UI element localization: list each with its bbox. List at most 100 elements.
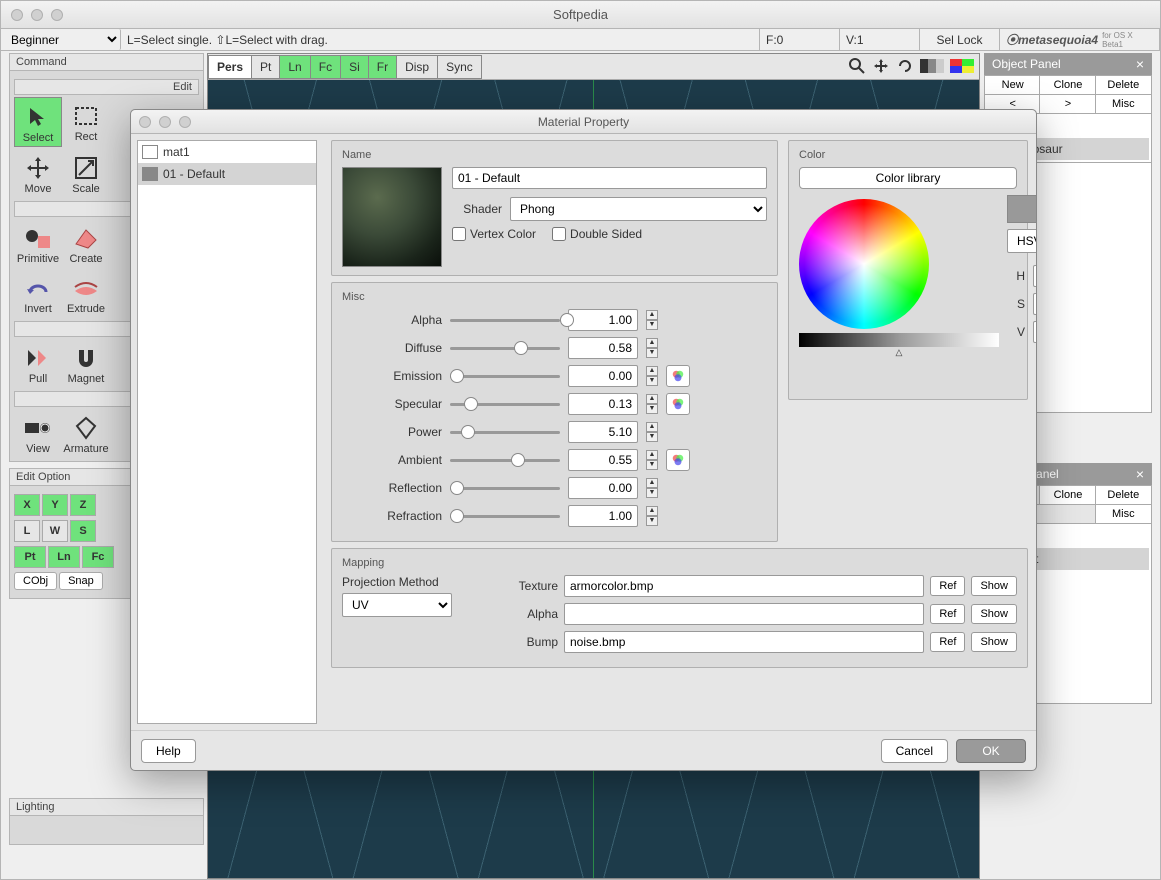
tool-pull[interactable]: Pull: [14, 339, 62, 387]
axis-x[interactable]: X: [14, 494, 40, 516]
new-button[interactable]: New: [984, 75, 1041, 95]
show-button[interactable]: Show: [971, 576, 1017, 596]
refraction-input[interactable]: [568, 505, 638, 527]
delete-button[interactable]: Delete: [1095, 485, 1152, 505]
double-sided-check[interactable]: Double Sided: [552, 227, 642, 241]
texture-input[interactable]: [564, 575, 924, 597]
ambient-slider[interactable]: [450, 451, 560, 469]
tab-si[interactable]: Si: [340, 55, 369, 79]
ref-button[interactable]: Ref: [930, 632, 965, 652]
color-wheel[interactable]: [799, 199, 929, 329]
reflection-input[interactable]: [568, 477, 638, 499]
sel-lock-button[interactable]: Sel Lock: [920, 29, 1000, 50]
vertex-color-check[interactable]: Vertex Color: [452, 227, 536, 241]
emission-input[interactable]: [568, 365, 638, 387]
dialog-titlebar[interactable]: Material Property: [131, 110, 1036, 134]
coord-w[interactable]: W: [42, 520, 68, 542]
specular-slider[interactable]: [450, 395, 560, 413]
projection-select[interactable]: UV: [342, 593, 452, 617]
show-button[interactable]: Show: [971, 632, 1017, 652]
material-list-item[interactable]: 01 - Default: [138, 163, 316, 185]
sub-fc[interactable]: Fc: [82, 546, 114, 568]
alpha-slider[interactable]: [450, 311, 560, 329]
color-picker-icon[interactable]: [666, 449, 690, 471]
snap-button[interactable]: Snap: [59, 572, 103, 590]
sub-pt[interactable]: Pt: [14, 546, 46, 568]
alpha-input[interactable]: [568, 309, 638, 331]
tool-move[interactable]: Move: [14, 149, 62, 197]
name-input[interactable]: [452, 167, 767, 189]
emission-slider[interactable]: [450, 367, 560, 385]
tab-disp[interactable]: Disp: [396, 55, 438, 79]
minimize-icon[interactable]: [31, 9, 43, 21]
delete-button[interactable]: Delete: [1095, 75, 1152, 95]
axis-y[interactable]: Y: [42, 494, 68, 516]
power-input[interactable]: [568, 421, 638, 443]
tool-primitive[interactable]: Primitive: [14, 219, 62, 267]
misc-button[interactable]: Misc: [1095, 94, 1152, 114]
close-icon[interactable]: [11, 9, 23, 21]
material-list-item[interactable]: mat1: [138, 141, 316, 163]
tool-create[interactable]: Create: [62, 219, 110, 267]
shader-select[interactable]: Phong: [510, 197, 767, 221]
stepper[interactable]: ▲▼: [646, 506, 658, 526]
refraction-slider[interactable]: [450, 507, 560, 525]
stepper[interactable]: ▲▼: [646, 310, 658, 330]
help-button[interactable]: Help: [141, 739, 196, 763]
color-picker-icon[interactable]: [666, 393, 690, 415]
value-slider[interactable]: [799, 333, 999, 347]
tab-fc[interactable]: Fc: [310, 55, 341, 79]
axis-z[interactable]: Z: [70, 494, 96, 516]
rotate-icon[interactable]: [895, 57, 915, 75]
close-icon[interactable]: ×: [1136, 56, 1144, 72]
stepper[interactable]: ▲▼: [646, 450, 658, 470]
zoom-icon[interactable]: [847, 57, 867, 75]
ref-button[interactable]: Ref: [930, 576, 965, 596]
colors-icon[interactable]: [949, 57, 975, 75]
ref-button[interactable]: Ref: [930, 604, 965, 624]
power-slider[interactable]: [450, 423, 560, 441]
tool-select[interactable]: Select: [14, 97, 62, 147]
cobj-button[interactable]: CObj: [14, 572, 57, 590]
tool-view[interactable]: View: [14, 409, 62, 457]
window-controls[interactable]: [11, 9, 63, 21]
hue-input[interactable]: [1033, 265, 1036, 287]
mode-select[interactable]: Beginner: [1, 29, 121, 50]
pan-icon[interactable]: [871, 57, 891, 75]
tool-scale[interactable]: Scale: [62, 149, 110, 197]
clone-button[interactable]: Clone: [1039, 485, 1096, 505]
tool-extrude[interactable]: Extrude: [62, 269, 110, 317]
ok-button[interactable]: OK: [956, 739, 1026, 763]
sub-ln[interactable]: Ln: [48, 546, 80, 568]
color-mode-select[interactable]: HSV: [1007, 229, 1036, 253]
tab-pt[interactable]: Pt: [251, 55, 280, 79]
stepper[interactable]: ▲▼: [646, 338, 658, 358]
bump-input[interactable]: [564, 631, 924, 653]
tool-invert[interactable]: Invert: [14, 269, 62, 317]
show-button[interactable]: Show: [971, 604, 1017, 624]
object-panel-title[interactable]: Object Panel×: [984, 53, 1152, 75]
color-library-button[interactable]: Color library: [799, 167, 1017, 189]
stepper[interactable]: ▲▼: [646, 478, 658, 498]
tab-pers[interactable]: Pers: [208, 55, 252, 79]
tool-armature[interactable]: Armature: [62, 409, 110, 457]
alpha-map-input[interactable]: [564, 603, 924, 625]
misc-button[interactable]: Misc: [1095, 504, 1152, 524]
stepper[interactable]: ▲▼: [646, 366, 658, 386]
tool-magnet[interactable]: Magnet: [62, 339, 110, 387]
tool-rect[interactable]: Rect: [62, 97, 110, 147]
material-list[interactable]: mat1 01 - Default: [137, 140, 317, 724]
diffuse-slider[interactable]: [450, 339, 560, 357]
clone-button[interactable]: Clone: [1039, 75, 1096, 95]
stepper[interactable]: ▲▼: [646, 422, 658, 442]
specular-input[interactable]: [568, 393, 638, 415]
val-input[interactable]: [1033, 321, 1036, 343]
zoom-icon[interactable]: [51, 9, 63, 21]
diffuse-input[interactable]: [568, 337, 638, 359]
coord-l[interactable]: L: [14, 520, 40, 542]
tab-fr[interactable]: Fr: [368, 55, 397, 79]
next-button[interactable]: >: [1039, 94, 1096, 114]
reflection-slider[interactable]: [450, 479, 560, 497]
color-picker-icon[interactable]: [666, 365, 690, 387]
shading-icon[interactable]: [919, 57, 945, 75]
